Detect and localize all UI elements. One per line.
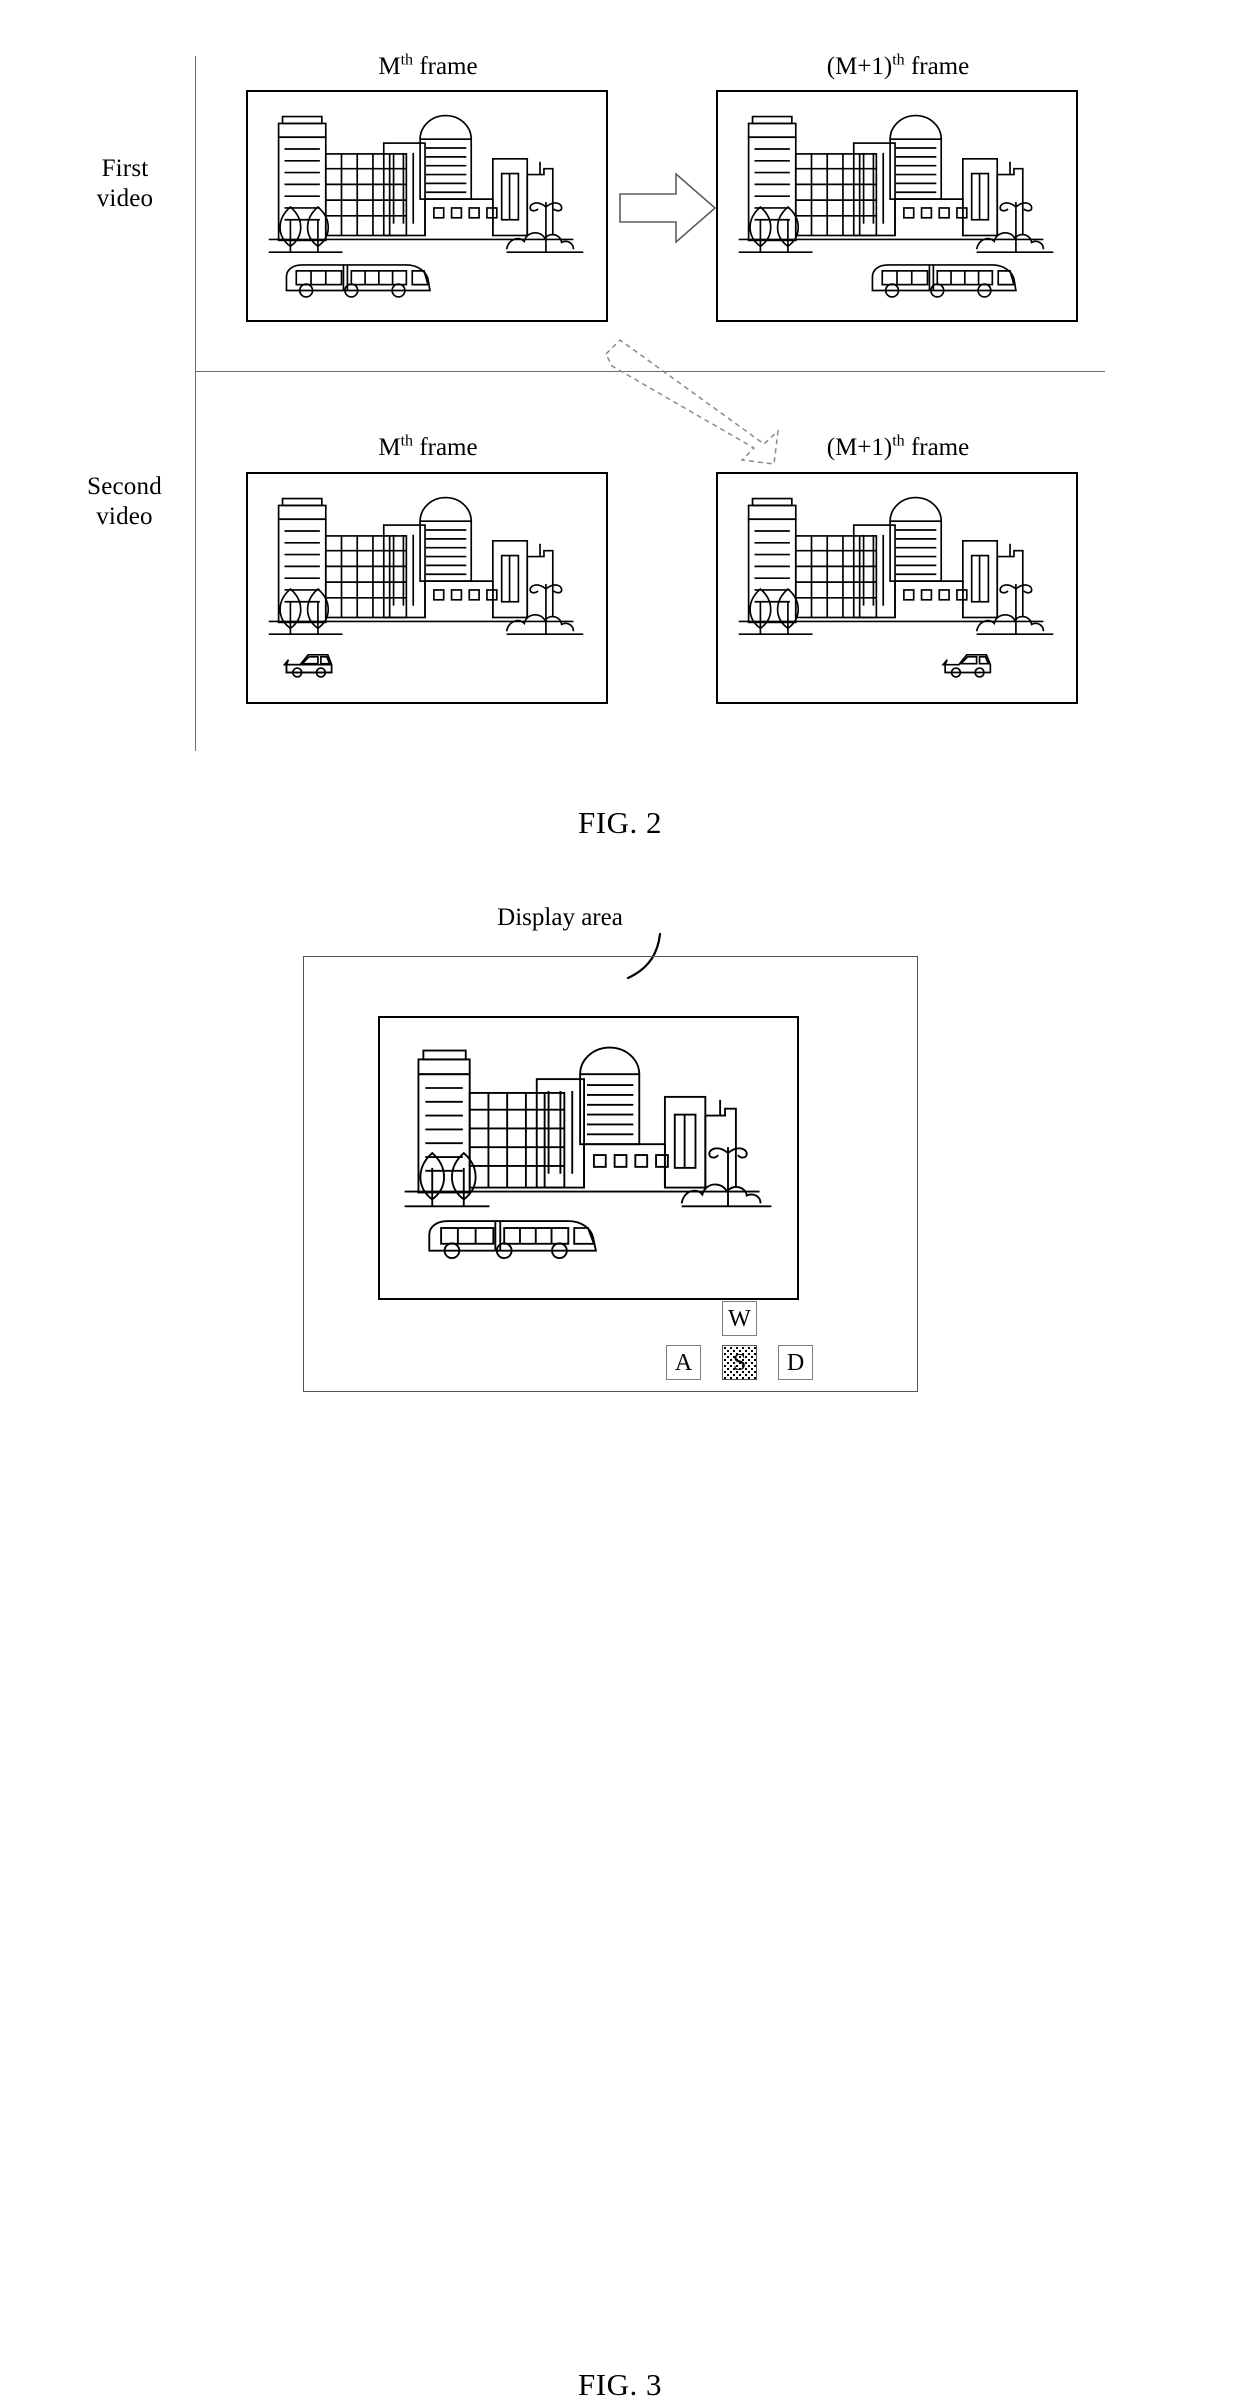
key-d-label: D [786,1349,805,1376]
matrix-vertical-axis [195,56,196,751]
key-s[interactable]: S [722,1345,757,1380]
row-label-first-video-line1: First [101,155,149,182]
figure-3: Display area W A S D FIG. 3 [0,880,1240,2402]
row-label-second-video-line1: Second [87,473,162,500]
key-d[interactable]: D [778,1345,813,1380]
figure-2-caption: FIG. 2 [578,805,662,840]
caption-first-video-m1-frame: (M+1)th frame [718,51,1078,81]
caption-m1-sup-2: th [892,432,905,450]
row-label-second-video: Second video [52,472,197,532]
caption-m-tail-2: frame [413,434,478,461]
display-area-label: Display area [497,904,623,931]
figure-2: First video Second video Mth frame (M+1)… [0,0,1240,880]
row-label-first-video-line2: video [96,185,154,212]
caption-m-base-2: M [378,434,401,461]
key-w-label: W [728,1305,751,1332]
cityscape-bus-right [738,114,1054,298]
solid-right-arrow [618,168,718,248]
video-frame-display [378,1016,799,1300]
caption-second-video-m-frame: Mth frame [248,432,608,462]
key-w[interactable]: W [722,1301,757,1336]
caption-m1-tail: frame [904,53,970,80]
key-s-label: S [732,1349,747,1376]
cityscape-car-left [268,496,584,678]
frame-first-video-m [246,90,608,322]
frame-second-video-m [246,472,608,704]
caption-m1-tail-2: frame [904,434,970,461]
row-label-first-video: First video [60,154,190,214]
frame-first-video-m1 [716,90,1078,322]
cityscape-bus-display [404,1046,772,1260]
caption-m-tail: frame [413,53,478,80]
caption-second-video-m1-frame: (M+1)th frame [718,432,1078,462]
cityscape-bus-left [268,114,584,298]
caption-m-sup: th [400,51,414,69]
caption-m-base: M [378,53,401,80]
figure-3-caption: FIG. 3 [578,2367,662,2402]
key-a-label: A [674,1349,693,1376]
frame-second-video-m1 [716,472,1078,704]
caption-m1-sup: th [892,51,905,69]
caption-m1-base-2: (M+1) [826,434,893,461]
caption-m1-base: (M+1) [826,53,893,80]
row-label-second-video-line2: video [96,503,153,530]
key-a[interactable]: A [666,1345,701,1380]
cityscape-car-right [738,496,1054,678]
caption-m-sup-2: th [400,432,414,450]
caption-first-video-m-frame: Mth frame [248,51,608,81]
